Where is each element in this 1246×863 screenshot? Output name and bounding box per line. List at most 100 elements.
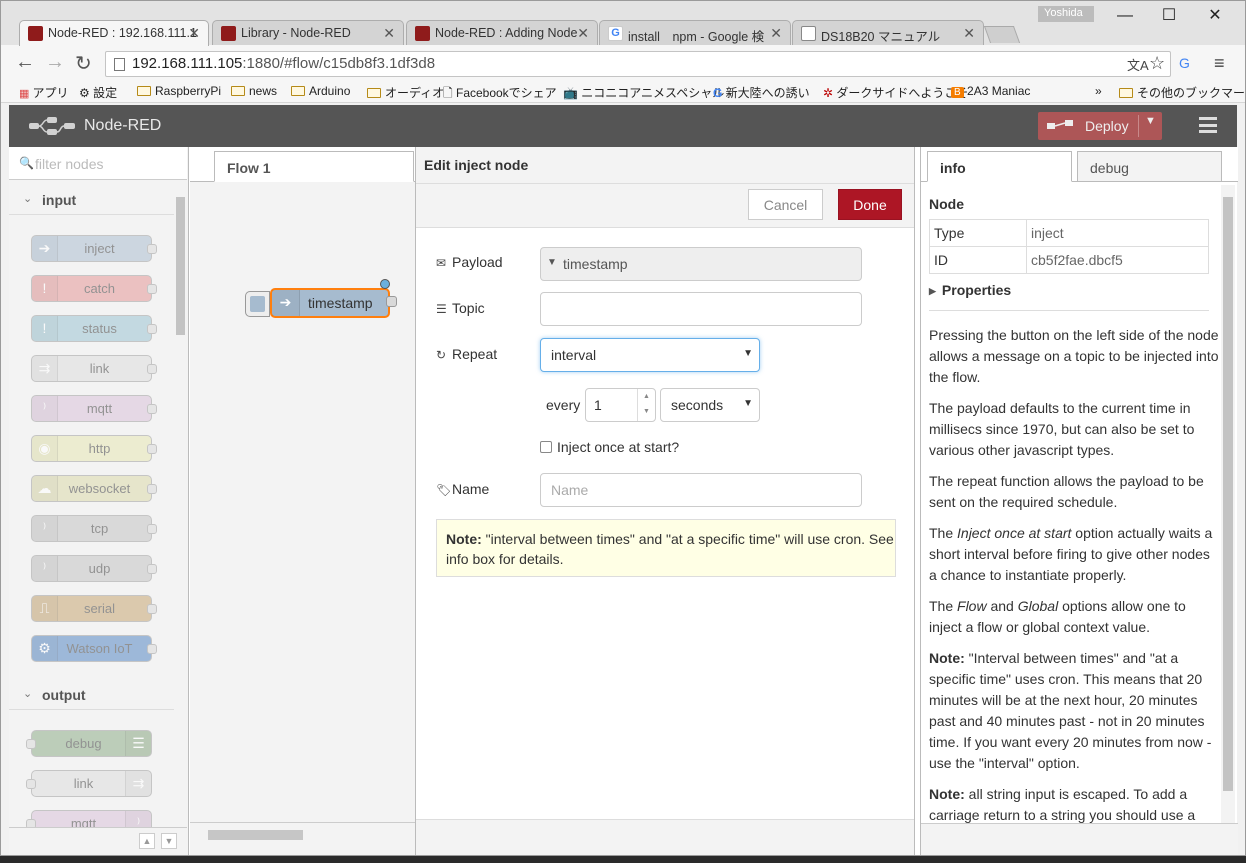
collapse-all-icon[interactable]: ▲ [139,833,155,849]
palette-node-label: websocket [68,481,131,496]
node-red-favicon-icon [221,26,236,41]
palette-scrollbar[interactable] [174,183,187,823]
done-button[interactable]: Done [838,189,902,220]
bookmark-shintairiku[interactable]: G 新大陸への誘い [713,84,810,101]
palette-node-serial[interactable]: ⎍ serial [31,595,157,622]
close-tab-icon[interactable]: ✕ [188,25,200,42]
inject-trigger-button[interactable] [245,291,270,317]
tab-debug[interactable]: debug [1077,151,1222,182]
flow-canvas[interactable]: ➔ timestamp [190,182,415,822]
bookmark-raspberrypi[interactable]: RaspberryPi [137,84,221,98]
bookmark-facebook-share[interactable]: 🗋 Facebookでシェア [443,84,557,105]
minimize-icon[interactable]: — [1105,3,1145,29]
bookmark-audio[interactable]: オーディオ [367,84,444,101]
interval-unit-select[interactable]: seconds ▼ [660,388,760,422]
cancel-button[interactable]: Cancel [748,189,823,220]
palette-node-debug[interactable]: ☰ debug [26,730,152,757]
palette-node-mqtt[interactable]: ⁾ mqtt [31,395,157,422]
palette-node-udp[interactable]: ⁾ udp [31,555,157,582]
envelope-icon: ✉ [436,256,447,270]
browser-tab-google[interactable]: G install npm - Google 検 ✕ [599,20,791,46]
interval-count-stepper[interactable]: 1 ▲ ▼ [585,388,656,422]
type-label: Type [929,219,1027,247]
palette-node-label: status [82,321,117,336]
node-red-app: Node-RED Deploy ▼ 🔍 filter nodes ⌄ input… [9,105,1238,855]
output-port[interactable] [386,296,397,307]
browser-tab-ds18b20[interactable]: DS18B20 マニュアル ✕ [792,20,984,46]
palette-node-catch[interactable]: ! catch [31,275,157,302]
header: Node-RED Deploy ▼ [9,105,1237,147]
name-input[interactable]: Name [540,473,862,507]
url-bar[interactable]: 192.168.111.105:1880/#flow/c15db8f3.1df3… [105,51,1171,77]
close-window-icon[interactable]: ✕ [1195,3,1235,29]
reload-icon[interactable]: ↻ [75,51,92,76]
palette-node-tcp[interactable]: ⁾ tcp [31,515,157,542]
palette-node-status[interactable]: ! status [31,315,157,342]
expand-all-icon[interactable]: ▼ [161,833,177,849]
edit-tray: Edit inject node Cancel Done ✉ Payload ▼ … [415,147,915,855]
maximize-icon[interactable]: ☐ [1149,3,1189,29]
output-port [147,604,157,614]
close-tab-icon[interactable]: ✕ [770,25,782,42]
profile-name[interactable]: Yoshida [1038,6,1094,22]
deploy-button[interactable]: Deploy ▼ [1038,112,1162,140]
palette-node-watson-iot[interactable]: ⚙ Watson IoT [31,635,157,662]
tab-flow-1[interactable]: Flow 1 [214,151,414,182]
palette-category-output[interactable]: ⌄ output [9,680,174,710]
timestamp-inject-node[interactable]: ➔ timestamp [270,288,390,318]
output-port [147,244,157,254]
bookmark-settings[interactable]: ⚙ 設定 [79,84,117,101]
bookmark-star-icon[interactable]: ☆ [1149,53,1165,74]
bookmark-other[interactable]: その他のブックマーク [1119,84,1245,101]
palette-node-link[interactable]: ⇉ link [26,770,152,797]
palette-node-link[interactable]: ⇉ link [31,355,157,382]
sidebar-scrollbar[interactable] [1221,185,1235,823]
chevron-down-icon[interactable]: ▼ [1145,115,1156,127]
palette-node-inject[interactable]: ➔ inject [31,235,157,262]
filter-nodes-input[interactable]: 🔍 filter nodes [9,147,187,180]
scrollbar-thumb[interactable] [1223,197,1233,791]
palette-node-label: inject [84,241,115,256]
more-bookmarks-button[interactable]: » [1095,84,1102,98]
bridge-icon: ⁾ [32,396,58,421]
palette-node-websocket[interactable]: ☁ websocket [31,475,157,502]
app-title: Node-RED [84,117,162,134]
repeat-select[interactable]: interval ▼ [540,338,760,372]
topic-input[interactable] [540,292,862,326]
close-tab-icon[interactable]: ✕ [963,25,975,42]
back-icon[interactable]: ← [15,51,35,74]
table-row: Type inject [929,219,1209,247]
close-tab-icon[interactable]: ✕ [383,25,395,42]
properties-toggle[interactable]: ▶ Properties [929,282,1011,298]
bookmark-2a3maniac[interactable]: B 2A3 Maniac [951,84,1030,98]
bookmark-arduino[interactable]: Arduino [291,84,350,98]
output-port [147,364,157,374]
scrollbar-thumb[interactable] [176,197,185,335]
spinner-arrows-icon[interactable]: ▲ ▼ [637,389,655,421]
bookmark-darkside[interactable]: ✲ ダークサイドへようこそ [823,84,968,101]
payload-type-select[interactable]: ▼ timestamp [540,247,862,281]
palette-node-label: Watson IoT [66,641,133,656]
main-menu-icon[interactable] [1199,117,1217,133]
palette-category-input[interactable]: ⌄ input [9,185,174,215]
checkbox-icon[interactable] [540,441,552,453]
tab-info[interactable]: info [927,151,1072,182]
translate-icon[interactable]: 文A [1127,55,1149,74]
inject-once-checkbox[interactable]: Inject once at start? [540,439,679,455]
close-tab-icon[interactable]: ✕ [577,25,589,42]
forward-icon[interactable]: → [45,51,65,74]
bookmark-niconico[interactable]: 📺 ニコニコアニメスペシャル - [563,84,732,101]
chrome-menu-icon[interactable]: ≡ [1214,53,1225,74]
browser-tab-library[interactable]: Library - Node-RED ✕ [212,20,404,46]
browser-tab-adding-nodes[interactable]: Node-RED : Adding Node ✕ [406,20,598,46]
bookmark-news[interactable]: news [231,84,277,98]
browser-tab-node-red[interactable]: Node-RED : 192.168.111.1 ✕ [19,20,209,46]
horizontal-scrollbar-thumb[interactable] [208,830,303,840]
google-translate-icon[interactable]: G [1179,55,1190,71]
tray-toolbar: Cancel Done [416,184,914,228]
exclamation-icon: ! [32,316,58,341]
new-tab-button[interactable] [983,26,1021,43]
palette-node-http[interactable]: ◉ http [31,435,157,462]
workspace-tabs: Flow 1 [190,147,415,182]
bookmark-apps[interactable]: ▦ アプリ [19,84,68,101]
